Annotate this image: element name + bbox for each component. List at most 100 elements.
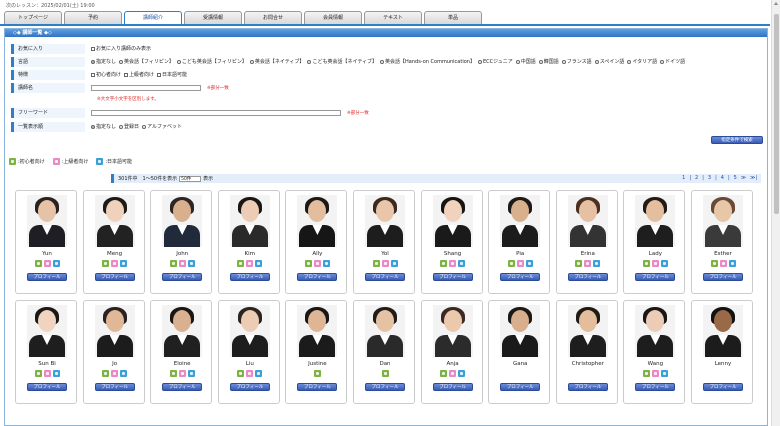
teacher-photo[interactable] (162, 195, 203, 247)
sort-radio-1[interactable] (119, 124, 124, 129)
teacher-card[interactable]: Kim プロフィール (217, 190, 280, 294)
tab-6[interactable]: テキスト (364, 11, 422, 24)
language-option-11[interactable]: イタリア語 (627, 58, 657, 65)
teacher-photo[interactable] (94, 305, 135, 357)
teacher-card[interactable]: Lady プロフィール (623, 190, 686, 294)
teacher-photo[interactable] (297, 305, 338, 357)
language-option-8[interactable]: 韓国語 (538, 58, 559, 65)
teacher-card[interactable]: Anja プロフィール (420, 300, 483, 404)
teacher-card[interactable]: Pia プロフィール (488, 190, 551, 294)
profile-button[interactable]: プロフィール (94, 383, 135, 391)
profile-button[interactable]: プロフィール (567, 383, 608, 391)
profile-button[interactable]: プロフィール (162, 273, 203, 281)
profile-button[interactable]: プロフィール (635, 273, 676, 281)
search-button[interactable]: 指定条件で検索 (711, 136, 763, 144)
profile-button[interactable]: プロフィール (27, 273, 67, 281)
language-option-2[interactable]: こども英会話【フィリピン】 (176, 58, 247, 65)
teacher-name-input[interactable] (91, 84, 201, 91)
teacher-card[interactable]: Yol プロフィール (353, 190, 415, 294)
language-radio-12[interactable] (660, 59, 665, 64)
teacher-photo[interactable] (229, 305, 270, 357)
teacher-photo[interactable] (635, 195, 676, 247)
feature-checkbox-1[interactable] (124, 72, 129, 77)
language-radio-4[interactable] (307, 59, 312, 64)
profile-button[interactable]: プロフィール (703, 383, 743, 391)
profile-button[interactable]: プロフィール (162, 383, 203, 391)
language-radio-1[interactable] (119, 59, 124, 64)
teacher-photo[interactable] (500, 195, 541, 247)
teacher-card[interactable]: Christopher プロフィール (555, 300, 618, 404)
teacher-photo[interactable] (229, 195, 270, 247)
profile-button[interactable]: プロフィール (229, 273, 270, 281)
teacher-photo[interactable] (432, 305, 473, 357)
teacher-photo[interactable] (635, 305, 676, 357)
profile-button[interactable]: プロフィール (365, 383, 405, 391)
language-radio-5[interactable] (380, 59, 385, 64)
teacher-photo[interactable] (297, 195, 338, 247)
profile-button[interactable]: プロフィール (94, 273, 135, 281)
teacher-card[interactable]: Shang プロフィール (420, 190, 483, 294)
tab-7[interactable]: 単品 (424, 11, 482, 24)
favorite-only-checkbox[interactable]: お気に入り講師のみ表示 (91, 45, 151, 52)
teacher-photo[interactable] (365, 195, 405, 247)
teacher-card[interactable]: Liu プロフィール (217, 300, 280, 404)
language-radio-8[interactable] (538, 59, 543, 64)
pager-link[interactable]: 4 (721, 175, 724, 181)
language-option-7[interactable]: 中国語 (515, 58, 536, 65)
teacher-photo[interactable] (27, 305, 67, 357)
tab-2[interactable]: 講師紹介 (124, 11, 182, 24)
scrollbar-thumb[interactable] (774, 14, 779, 214)
teacher-photo[interactable] (567, 195, 608, 247)
language-radio-7[interactable] (515, 59, 520, 64)
profile-button[interactable]: プロフィール (229, 383, 270, 391)
profile-button[interactable]: プロフィール (567, 273, 608, 281)
language-radio-3[interactable] (249, 59, 254, 64)
scroll-up-arrow-icon[interactable] (774, 2, 778, 5)
profile-button[interactable]: プロフィール (297, 383, 338, 391)
sort-radio-0[interactable] (91, 124, 95, 129)
teacher-card[interactable]: Erina プロフィール (555, 190, 618, 294)
teacher-card[interactable]: Justine プロフィール (285, 300, 348, 404)
feature-option-0[interactable]: 初心者向け (91, 71, 121, 78)
tab-4[interactable]: お問合せ (244, 11, 302, 24)
language-radio-11[interactable] (627, 59, 632, 64)
language-radio-0[interactable] (91, 59, 95, 64)
per-page-select[interactable]: 50件 (179, 175, 202, 182)
profile-button[interactable]: プロフィール (297, 273, 338, 281)
teacher-photo[interactable] (703, 305, 743, 357)
tab-1[interactable]: 予約 (64, 11, 122, 24)
teacher-photo[interactable] (365, 305, 405, 357)
profile-button[interactable]: プロフィール (500, 273, 541, 281)
tab-5[interactable]: 会員情報 (304, 11, 362, 24)
teacher-photo[interactable] (703, 195, 743, 247)
pager-link[interactable]: ≫| (750, 175, 757, 181)
feature-checkbox-0[interactable] (91, 72, 95, 77)
profile-button[interactable]: プロフィール (432, 383, 473, 391)
language-option-10[interactable]: スペイン語 (594, 58, 624, 65)
language-option-3[interactable]: 英会話【ネイティブ】 (249, 58, 304, 65)
freeword-input[interactable] (91, 109, 341, 116)
profile-button[interactable]: プロフィール (365, 273, 405, 281)
pager-link[interactable]: ≫ (741, 175, 746, 181)
teacher-card[interactable]: Esther プロフィール (691, 190, 753, 294)
teacher-card[interactable]: Sun Bi プロフィール (15, 300, 77, 404)
language-option-4[interactable]: こども英会話【ネイティブ】 (307, 58, 377, 65)
language-option-0[interactable]: 指定なし (91, 58, 116, 65)
language-radio-2[interactable] (176, 59, 181, 64)
language-option-5[interactable]: 英会話【Hands-on Communication】 (380, 58, 475, 65)
profile-button[interactable]: プロフィール (27, 383, 67, 391)
teacher-photo[interactable] (162, 305, 203, 357)
tab-0[interactable]: トップページ (4, 11, 62, 24)
teacher-photo[interactable] (500, 305, 541, 357)
teacher-photo[interactable] (567, 305, 608, 357)
teacher-card[interactable]: Lenny プロフィール (691, 300, 753, 404)
teacher-card[interactable]: Eloine プロフィール (150, 300, 213, 404)
pager-link[interactable]: 1 (682, 175, 685, 181)
teacher-photo[interactable] (432, 195, 473, 247)
language-option-1[interactable]: 英会話【フィリピン】 (119, 58, 174, 65)
language-radio-9[interactable] (561, 59, 566, 64)
pager-link[interactable]: 5 (734, 175, 737, 181)
teacher-card[interactable]: Dan プロフィール (353, 300, 415, 404)
teacher-card[interactable]: Jo プロフィール (82, 300, 145, 404)
teacher-card[interactable]: John プロフィール (150, 190, 213, 294)
